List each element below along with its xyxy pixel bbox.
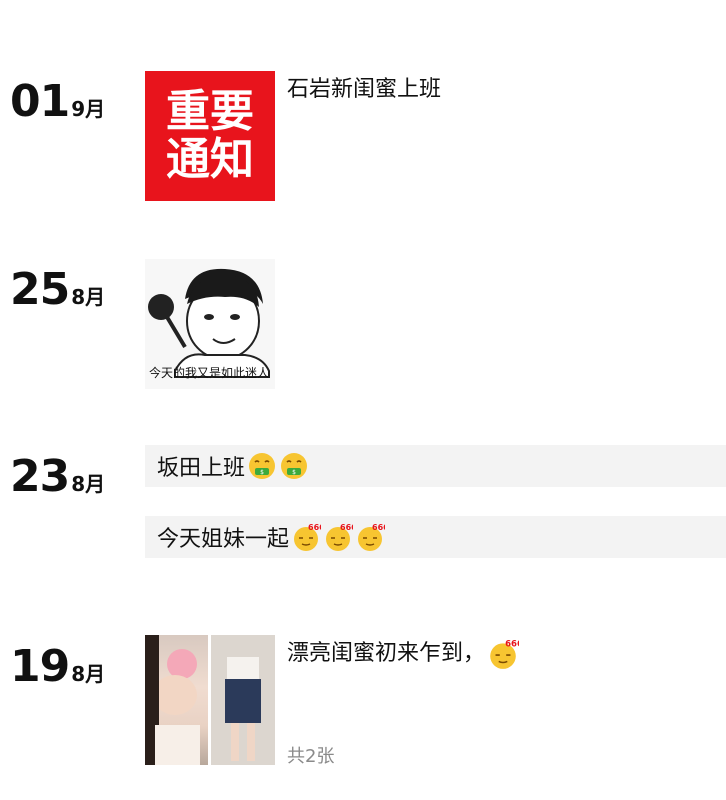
important-notice-image[interactable]: 重要 通知 — [145, 71, 275, 201]
post-item[interactable]: 今天的我又是如此迷人 — [145, 259, 275, 389]
post-date: 19 8月 — [10, 645, 105, 689]
svg-text:$: $ — [260, 469, 264, 476]
666-emoji-icon: 666 — [323, 522, 353, 552]
666-emoji-icon: 666 — [291, 522, 321, 552]
date-day: 19 — [10, 641, 70, 692]
text-post-content: 今天姐妹一起 — [157, 527, 290, 552]
post-caption-text: 漂亮闺蜜初来乍到， — [287, 641, 486, 666]
svg-text:$: $ — [292, 469, 296, 476]
meme-caption: 今天的我又是如此迷人 — [149, 366, 270, 380]
post-item[interactable] — [145, 635, 275, 765]
text-post[interactable]: 今天姐妹一起 666 666 666 — [145, 516, 726, 558]
text-post[interactable]: 坂田上班 $ $ — [145, 445, 726, 487]
photo-collage[interactable] — [145, 635, 275, 765]
meme-image[interactable]: 今天的我又是如此迷人 — [145, 259, 275, 389]
photo-count: 共2张 — [287, 746, 335, 767]
post-date: 23 8月 — [10, 455, 105, 499]
post-caption[interactable]: 漂亮闺蜜初来乍到， 666 — [287, 638, 519, 670]
date-month: 8月 — [71, 285, 106, 309]
post-item[interactable]: 重要 通知 — [145, 71, 275, 201]
post-caption[interactable]: 石岩新闺蜜上班 — [287, 77, 441, 103]
666-emoji-icon: 666 — [487, 638, 519, 670]
svg-text:666: 666 — [308, 523, 321, 532]
text-post-content: 坂田上班 — [157, 456, 246, 481]
money-mouth-emoji-icon: $ — [279, 451, 309, 481]
date-month: 8月 — [71, 662, 106, 686]
money-mouth-emoji-icon: $ — [247, 451, 277, 481]
svg-text:666: 666 — [340, 523, 353, 532]
date-day: 25 — [10, 264, 70, 315]
poster-text-line2: 通知 — [166, 134, 254, 185]
date-day: 01 — [10, 76, 70, 127]
666-emoji-icon: 666 — [355, 522, 385, 552]
svg-text:666: 666 — [372, 523, 385, 532]
post-date: 25 8月 — [10, 268, 105, 312]
svg-text:666: 666 — [505, 640, 519, 650]
post-date: 01 9月 — [10, 80, 105, 124]
date-month: 9月 — [71, 97, 106, 121]
denim-skirt-outfit-photo[interactable] — [211, 635, 275, 765]
poster-text-line1: 重要 — [166, 85, 254, 137]
date-month: 8月 — [71, 472, 106, 496]
selfie-with-rose-photo[interactable] — [145, 635, 208, 765]
date-day: 23 — [10, 451, 70, 502]
